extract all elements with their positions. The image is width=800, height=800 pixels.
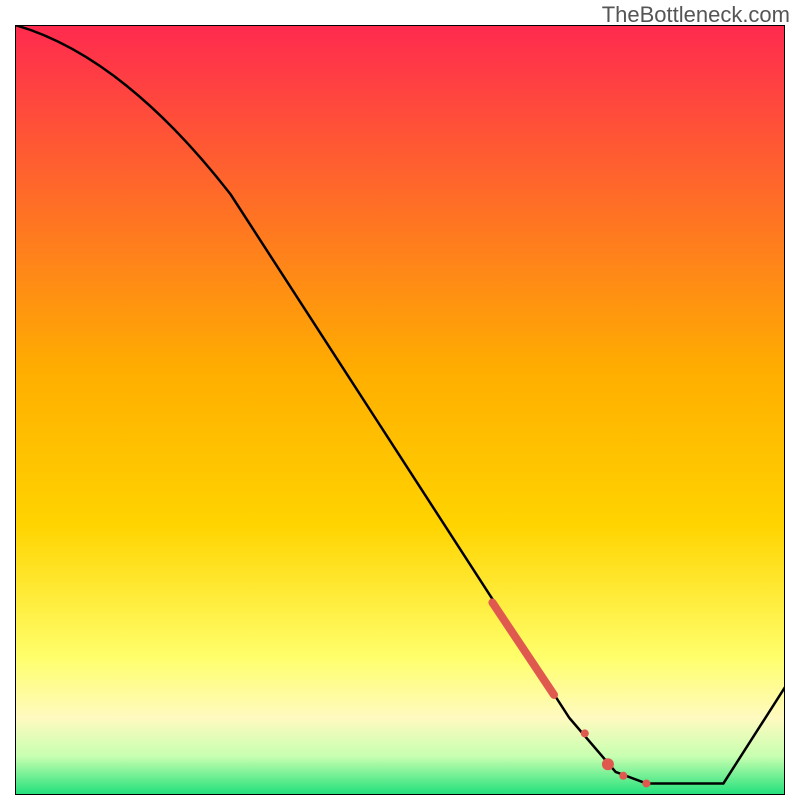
marker-dot2 [602, 758, 614, 770]
marker-dot3 [619, 772, 627, 780]
watermark-text: TheBottleneck.com [602, 2, 790, 28]
gradient-bg [15, 25, 785, 795]
chart-area [15, 25, 785, 795]
chart-svg [15, 25, 785, 795]
marker-dot1 [581, 729, 589, 737]
marker-dot4 [642, 779, 650, 787]
